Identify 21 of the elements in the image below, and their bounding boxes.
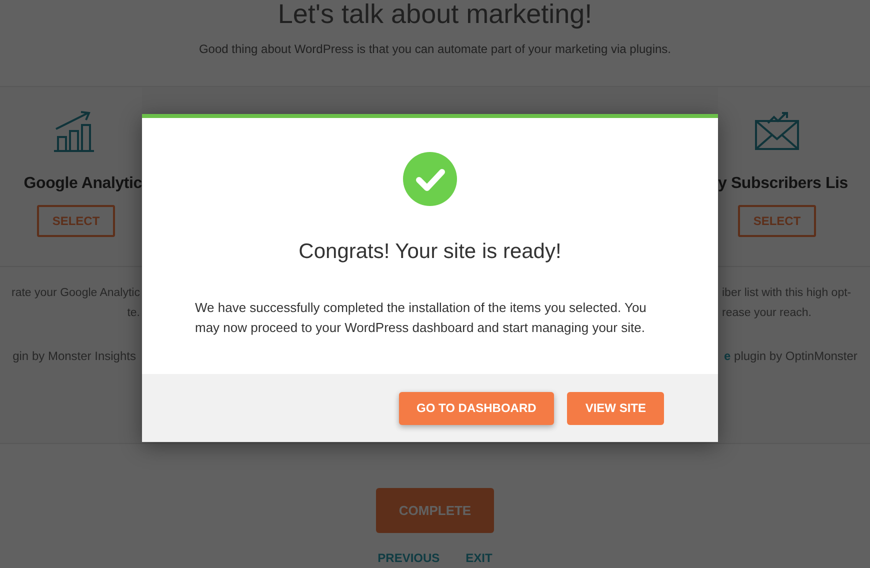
dashboard-button[interactable]: GO TO DASHBOARD <box>398 392 554 424</box>
select-button[interactable]: SELECT <box>738 205 816 237</box>
plugin-credit: e plugin by OptinMonster <box>723 349 858 363</box>
dialog-title: Congrats! Your site is ready! <box>298 240 562 264</box>
plugin-link[interactable]: e <box>724 349 731 363</box>
view-site-button[interactable]: VIEW SITE <box>567 392 664 424</box>
card-title: y Subscribers Lis <box>718 175 848 193</box>
card-description: rate your Google Analytic <box>12 286 141 301</box>
check-circle-icon <box>403 152 457 206</box>
dialog-message: We have successfully completed the installation of the items you selected. You may now proceed to your WordPress dashboard and start managing your site. <box>195 299 648 337</box>
card-description: iber list with this high opt- <box>721 286 852 301</box>
page-title: Let's talk about marketing! <box>278 0 592 31</box>
nav-link[interactable]: EXIT <box>466 551 492 565</box>
plugin-credit: gin by Monster Insights <box>12 349 137 363</box>
complete-button[interactable]: COMPLETE <box>376 488 494 533</box>
card-description: rease your reach. <box>721 306 812 321</box>
nav-link[interactable]: PREVIOUS <box>378 551 440 565</box>
card-title: Google Analytic <box>24 175 142 193</box>
page-subtitle: Good thing about WordPress is that you can automate part of your marketing via plugins. <box>198 42 672 56</box>
select-button[interactable]: SELECT <box>37 205 115 237</box>
envelope-icon <box>754 109 800 153</box>
